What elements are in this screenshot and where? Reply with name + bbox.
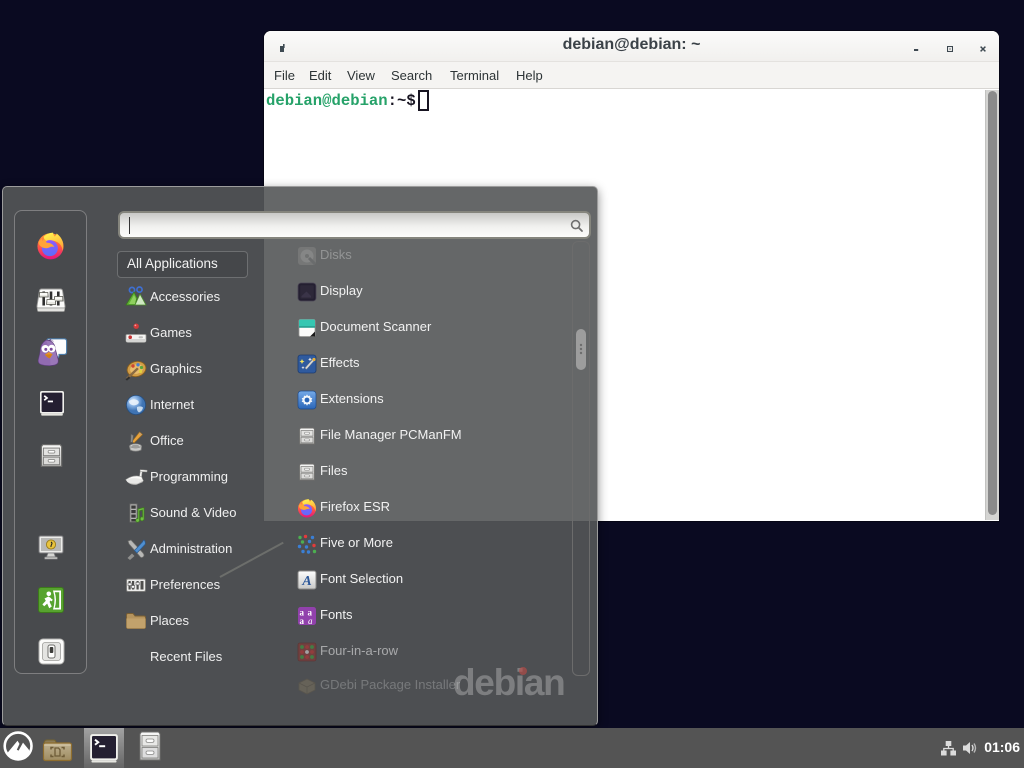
svg-text:A: A [301,574,311,589]
svg-text:a: a [300,616,305,626]
svg-text:a: a [308,616,313,626]
